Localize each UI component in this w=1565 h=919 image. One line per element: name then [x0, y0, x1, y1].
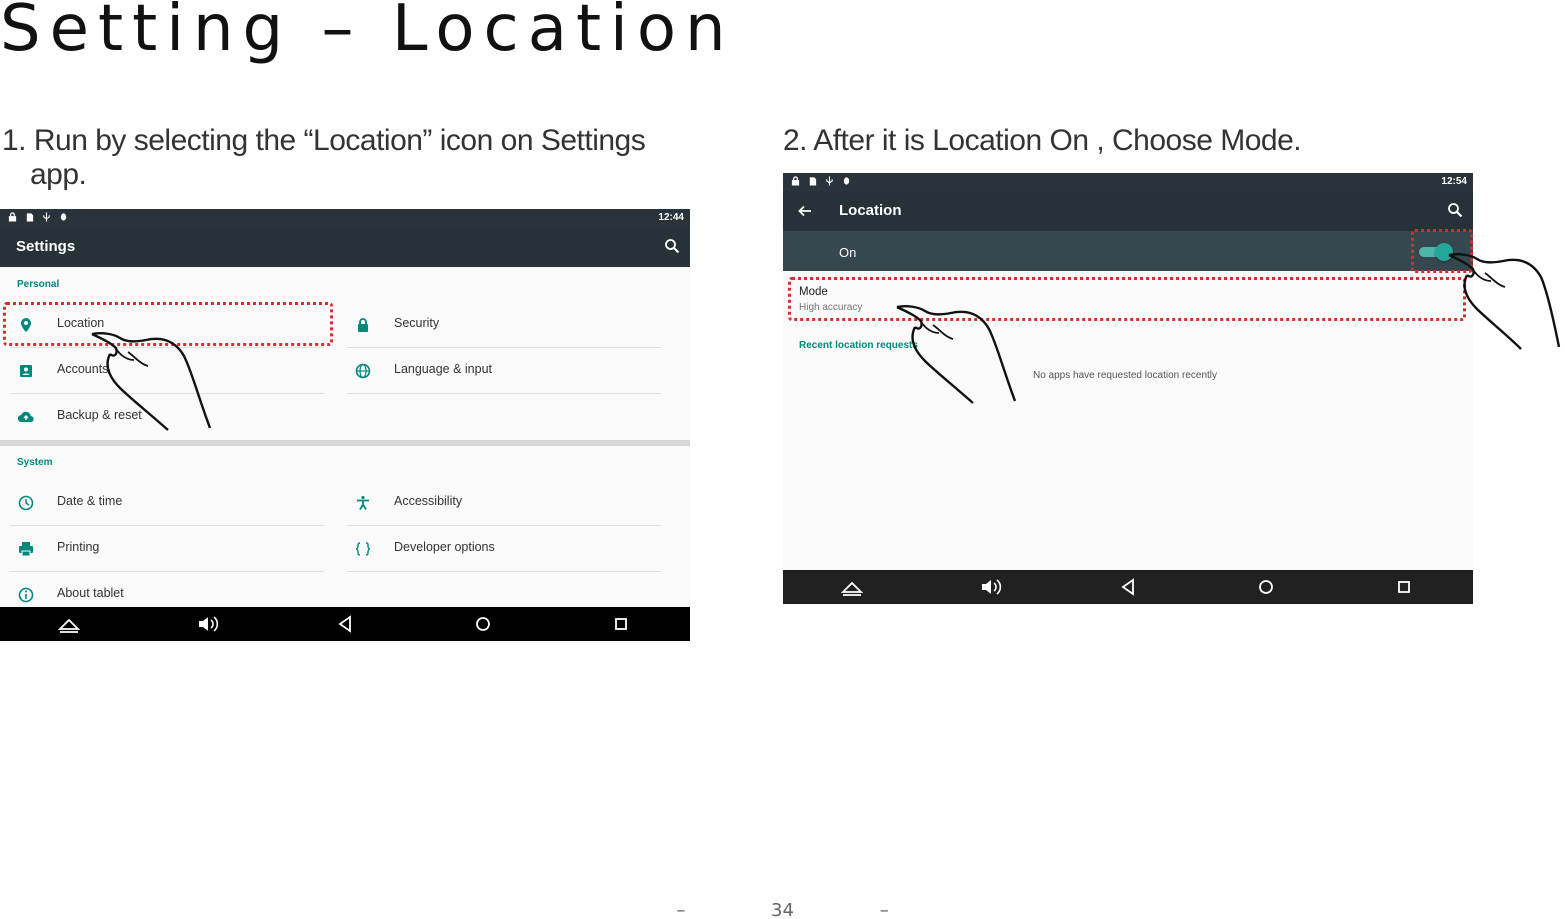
highlight-box-mode [788, 277, 1466, 321]
volume-icon[interactable] [978, 575, 1002, 599]
pointing-hand-icon [1448, 253, 1561, 350]
info-icon [18, 587, 34, 603]
status-time: 12:54 [1441, 176, 1467, 187]
home-circle-icon[interactable] [1254, 575, 1278, 599]
settings-item-label: Printing [57, 540, 100, 554]
settings-item-language-input[interactable]: Language & input [337, 348, 661, 394]
settings-item-label: Language & input [394, 362, 493, 376]
lock-status-icon [8, 212, 17, 222]
settings-item-label: Accessibility [394, 494, 463, 508]
settings-item-accessibility[interactable]: Accessibility [337, 480, 661, 526]
navigation-bar [783, 570, 1473, 604]
bug-status-icon [843, 177, 850, 185]
section-header-system: System [17, 457, 53, 468]
search-icon[interactable] [664, 238, 680, 254]
step-2-instruction: 2. After it is Location On , Choose Mode… [783, 124, 1302, 157]
globe-icon [355, 363, 371, 379]
footer-dash-left: – [676, 900, 686, 919]
back-triangle-icon[interactable] [1116, 575, 1140, 599]
home-circle-icon[interactable] [471, 612, 495, 636]
settings-item-printing[interactable]: Printing [0, 526, 324, 572]
settings-item-label: Date & time [57, 494, 123, 508]
status-bar: 12:44 [0, 209, 690, 227]
clock-icon [18, 495, 34, 511]
usb-status-icon [826, 176, 833, 186]
settings-app-bar: Settings [0, 227, 690, 267]
page-title: Setting – Location [0, 0, 735, 66]
settings-item-label: Security [394, 316, 440, 330]
location-screenshot: 12:54 Location On Mode High accuracy Rec… [783, 173, 1473, 605]
search-icon[interactable] [1447, 202, 1463, 218]
settings-item-label: About tablet [57, 586, 124, 600]
back-arrow-icon[interactable] [797, 203, 813, 219]
location-app-bar: Location [783, 191, 1473, 231]
usb-status-icon [43, 212, 50, 222]
settings-item-security[interactable]: Security [337, 302, 661, 348]
switch-label: On [839, 245, 857, 260]
status-time: 12:44 [658, 212, 684, 223]
pointing-hand-icon [896, 305, 1017, 404]
section-header-personal: Personal [17, 279, 60, 290]
accessibility-icon [357, 495, 369, 510]
printer-icon [19, 542, 33, 557]
settings-item-label: Developer options [394, 540, 495, 554]
settings-item-date-time[interactable]: Date & time [0, 480, 324, 526]
section-separator [0, 440, 690, 446]
page-number: 34 [771, 900, 794, 919]
pointing-hand-icon [91, 332, 212, 431]
recents-square-icon[interactable] [1392, 575, 1416, 599]
settings-screenshot: 12:44 Settings Personal Location Account… [0, 209, 690, 641]
account-icon [20, 365, 32, 377]
lock-status-icon [791, 176, 800, 186]
sd-card-status-icon [809, 177, 817, 186]
volume-icon[interactable] [195, 612, 219, 636]
divider [347, 571, 661, 572]
back-triangle-icon[interactable] [333, 612, 357, 636]
cloud-upload-icon [17, 411, 34, 423]
recents-square-icon[interactable] [609, 612, 633, 636]
expand-up-icon[interactable] [57, 612, 81, 636]
page-footer: – 34 – [0, 900, 1565, 919]
expand-up-icon[interactable] [840, 575, 864, 599]
sd-card-status-icon [26, 213, 34, 222]
navigation-bar [0, 607, 690, 641]
settings-item-developer-options[interactable]: Developer options [337, 526, 661, 572]
code-braces-icon [355, 542, 371, 556]
app-bar-title: Settings [16, 238, 76, 255]
location-master-switch-row[interactable]: On [783, 231, 1473, 271]
lock-icon [358, 318, 368, 332]
footer-dash-right: – [879, 900, 889, 919]
status-bar: 12:54 [783, 173, 1473, 191]
empty-state-message: No apps have requested location recently [1033, 370, 1218, 381]
app-bar-title: Location [839, 202, 902, 219]
divider [347, 393, 661, 394]
step-1-instruction: 1. Run by selecting the “Location” icon … [2, 124, 646, 191]
bug-status-icon [60, 213, 67, 221]
